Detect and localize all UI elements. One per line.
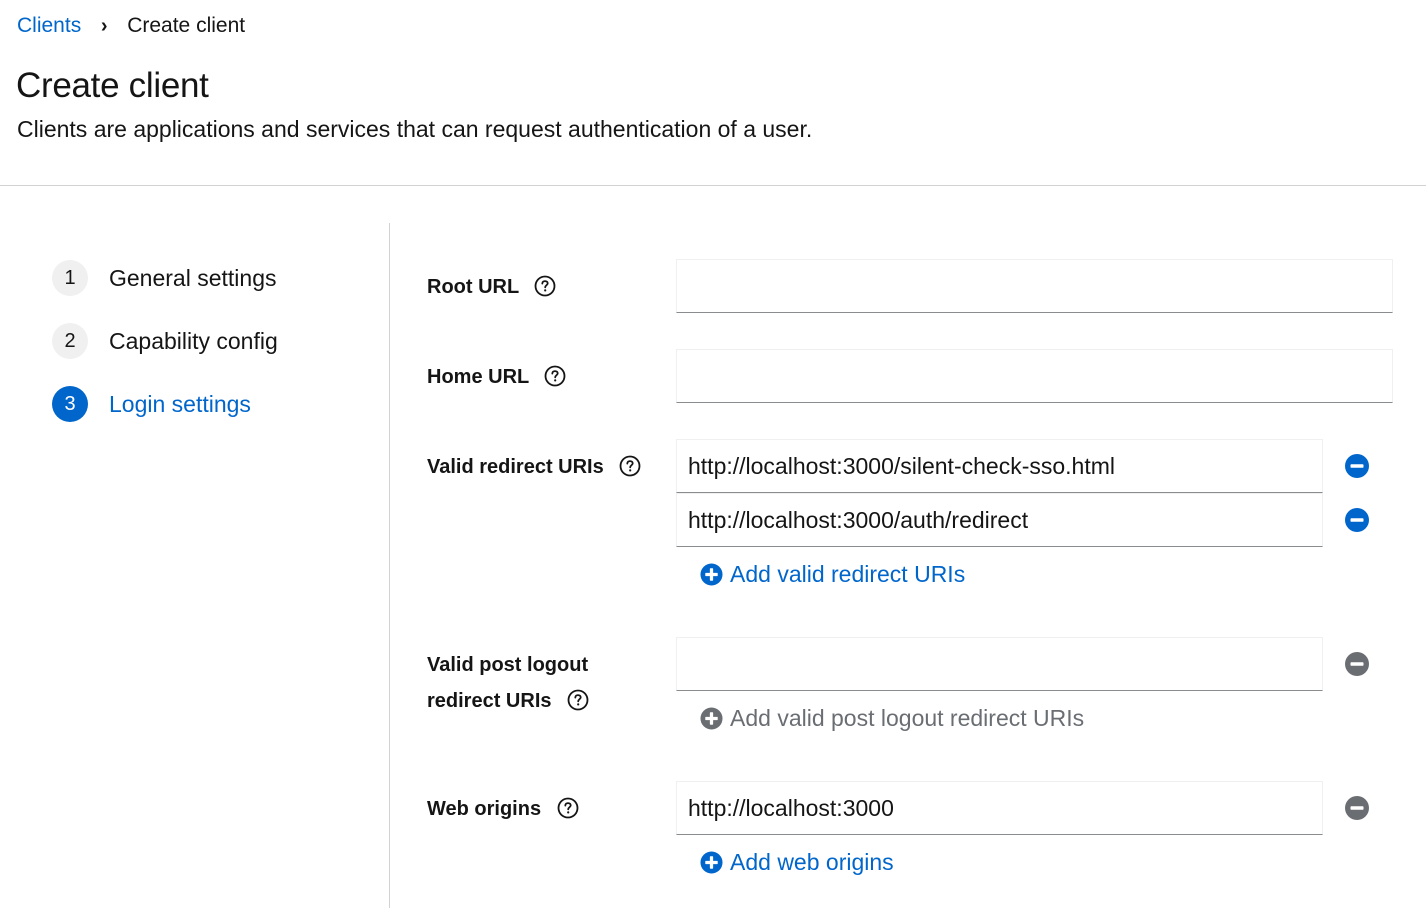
page-description: Clients are applications and services th… [17, 116, 813, 142]
add-valid-redirect-uris-button[interactable]: Add valid redirect URIs [700, 559, 965, 589]
remove-redirect-uri-button[interactable] [1344, 453, 1370, 479]
post-logout-label-line2-row: redirect URIs [427, 683, 589, 719]
step-number: 1 [52, 260, 88, 296]
root-url-label: Root URL [427, 269, 556, 305]
breadcrumb-clients-link[interactable]: Clients [17, 14, 81, 38]
redirect-uri-input[interactable] [676, 439, 1323, 493]
root-url-label-text: Root URL [427, 276, 519, 298]
help-icon[interactable] [567, 689, 589, 711]
breadcrumb-current: Create client [127, 14, 246, 37]
post-logout-redirect-uri-input[interactable] [676, 637, 1323, 691]
valid-redirect-uris-label: Valid redirect URIs [427, 449, 641, 485]
wizard-step-capability-config[interactable]: 2 Capability config [52, 323, 278, 359]
help-icon[interactable] [544, 365, 566, 387]
add-valid-redirect-uris-label: Add valid redirect URIs [730, 560, 966, 587]
wizard-nav: 1 General settings 2 Capability config 3… [0, 223, 390, 908]
wizard-step-general-settings[interactable]: 1 General settings [52, 260, 276, 296]
home-url-input[interactable] [676, 349, 1393, 403]
root-url-input[interactable] [676, 259, 1393, 313]
redirect-uri-input[interactable] [676, 493, 1323, 547]
remove-redirect-uri-button[interactable] [1344, 507, 1370, 533]
valid-post-logout-redirect-uris-label: Valid post logout redirect URIs [427, 647, 589, 719]
web-origins-label: Web origins [427, 791, 579, 827]
home-url-label-text: Home URL [427, 366, 529, 388]
step-label: Capability config [109, 327, 278, 354]
post-logout-label-line2: redirect URIs [427, 690, 552, 712]
remove-web-origin-button[interactable] [1344, 795, 1370, 821]
step-number: 3 [52, 386, 88, 422]
plus-circle-icon [700, 562, 723, 586]
step-number: 2 [52, 323, 88, 359]
post-logout-label-line1: Valid post logout [427, 654, 589, 676]
valid-redirect-uris-label-text: Valid redirect URIs [427, 456, 604, 478]
add-web-origins-label: Add web origins [730, 848, 894, 875]
help-icon[interactable] [534, 275, 556, 297]
breadcrumb: Clients › Create client [17, 11, 245, 41]
plus-circle-icon [700, 706, 723, 730]
chevron-right-icon: › [100, 14, 108, 37]
web-origin-input[interactable] [676, 781, 1323, 835]
help-icon[interactable] [557, 797, 579, 819]
home-url-label: Home URL [427, 359, 566, 395]
web-origins-label-text: Web origins [427, 798, 542, 820]
plus-circle-icon [700, 850, 723, 874]
add-web-origins-button[interactable]: Add web origins [700, 847, 894, 877]
remove-post-logout-uri-button[interactable] [1344, 651, 1370, 677]
help-icon[interactable] [619, 455, 641, 477]
wizard-step-login-settings[interactable]: 3 Login settings [52, 386, 251, 422]
add-valid-post-logout-redirect-uris-button[interactable]: Add valid post logout redirect URIs [700, 703, 1084, 733]
page-title: Create client [16, 66, 209, 105]
step-label: Login settings [109, 390, 251, 417]
add-post-logout-label: Add valid post logout redirect URIs [730, 704, 1085, 731]
step-label: General settings [109, 264, 277, 291]
header-divider [0, 185, 1426, 186]
